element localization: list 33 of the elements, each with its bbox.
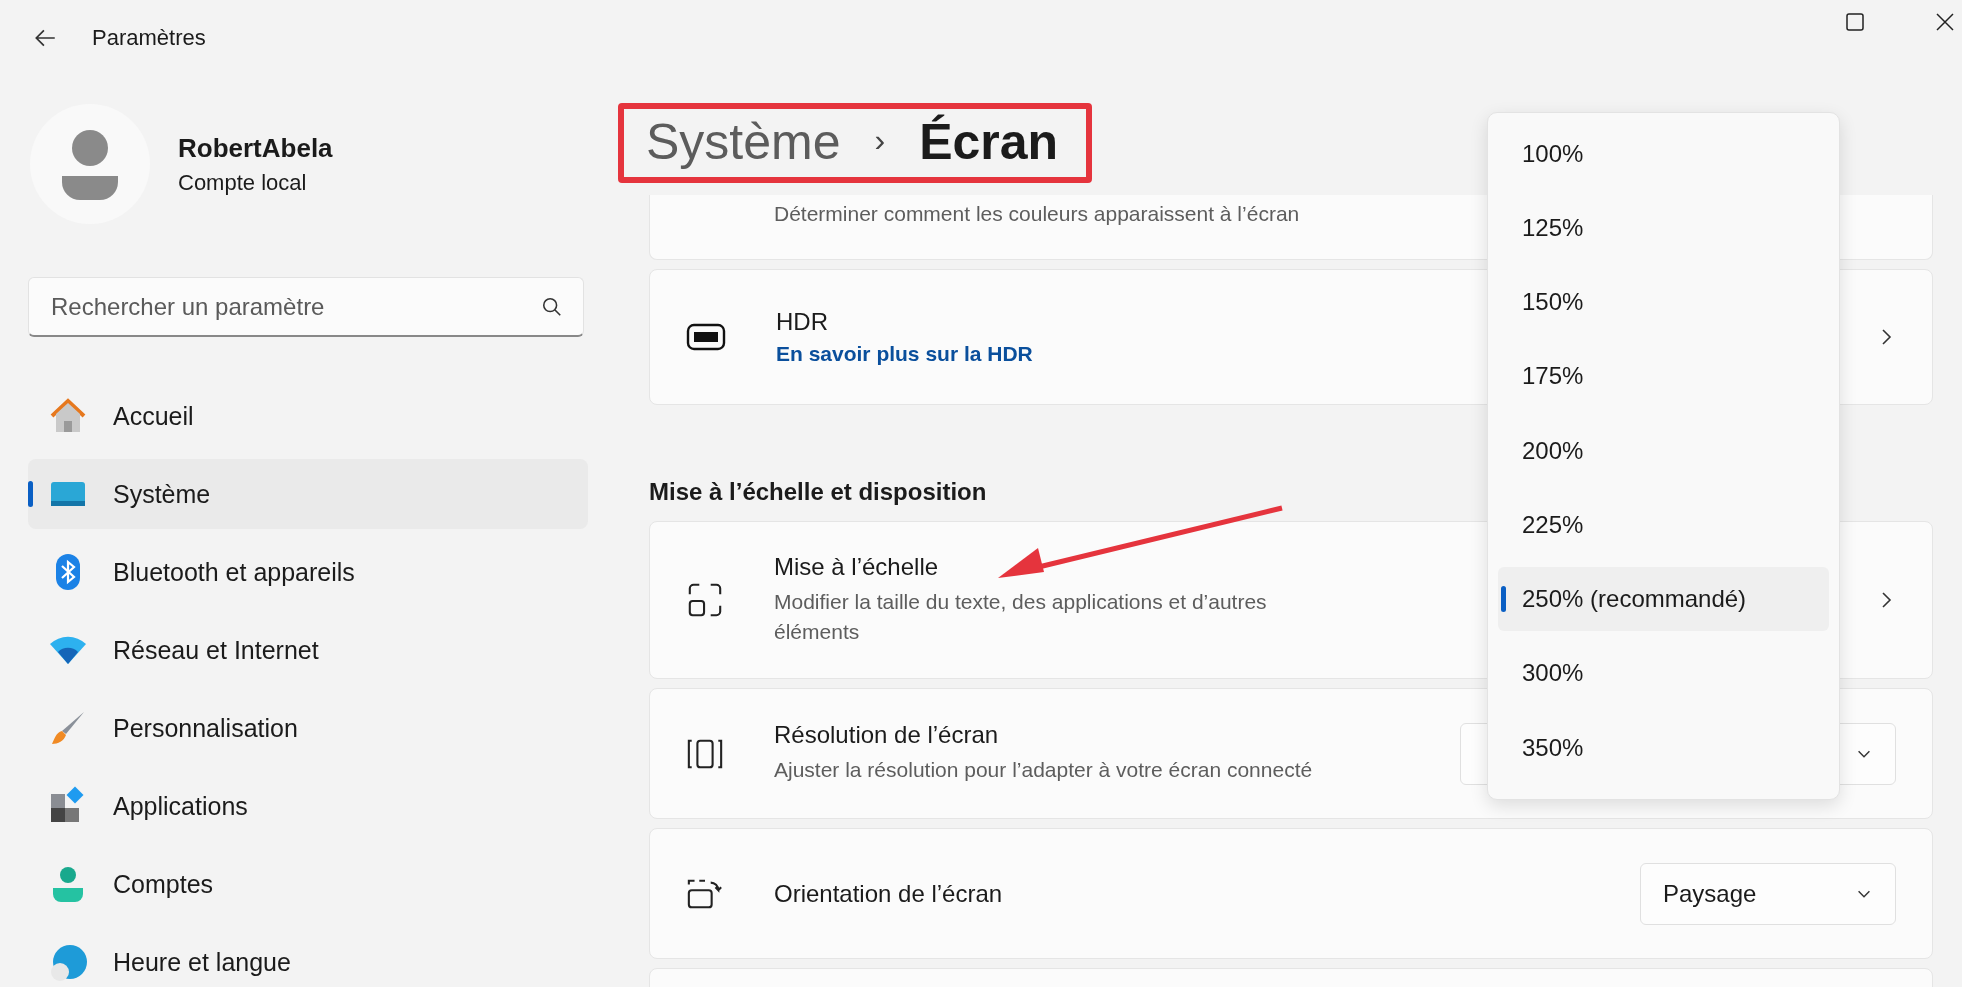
breadcrumb-separator: › (874, 122, 886, 159)
account-type: Compte local (178, 169, 308, 196)
user-name: RobertAbela (178, 132, 333, 164)
sidebar-item[interactable]: Personnalisation (28, 693, 588, 763)
menu-option[interactable]: 350% (1498, 715, 1829, 780)
menu-option[interactable]: 150% (1498, 270, 1829, 335)
setting-title: Mise à l’échelle (774, 552, 939, 581)
learn-more-link[interactable]: En savoir plus sur la HDR (776, 342, 1033, 366)
setting-description: Déterminer comment les couleurs apparaissent à l’écran (774, 201, 1300, 227)
breadcrumb-link[interactable]: Système (646, 113, 841, 171)
setting-title: HDR (776, 308, 828, 336)
sidebar-item[interactable]: Applications (28, 771, 588, 841)
menu-option[interactable]: 200% (1498, 418, 1829, 483)
sidebar-item[interactable]: Accueil (28, 381, 588, 451)
menu-option[interactable]: 125% (1498, 196, 1829, 260)
page-title: Écran (919, 113, 1059, 171)
menu-option[interactable]: 100% (1498, 122, 1829, 186)
setting-description: Modifier la taille du texte, des applications et d’autres éléments (774, 588, 1268, 645)
window-title: Paramètres (92, 25, 206, 51)
search-box[interactable]: Rechercher un paramètre (28, 277, 584, 337)
sidebar-item[interactable]: Réseau et Internet (28, 615, 588, 685)
dropdown[interactable]: Paysage (1640, 862, 1896, 925)
menu-option[interactable]: 250% (recommandé) (1498, 567, 1829, 631)
sidebar-item[interactable]: Système (28, 459, 588, 529)
setting-title: Orientation de l’écran (774, 879, 1003, 908)
settings-card[interactable]: Orientation de l’écran Paysage (649, 828, 1933, 959)
setting-title: Résolution de l’écran (774, 721, 999, 750)
section-heading: Mise à l’échelle et disposition (649, 478, 988, 506)
sidebar-item[interactable]: Heure et langue (28, 927, 588, 987)
sidebar-item[interactable]: Comptes (28, 849, 588, 919)
search-input[interactable]: Rechercher un paramètre (49, 291, 541, 322)
setting-description: Ajuster la résolution pour l’adapter à votre écran connecté (774, 757, 1313, 784)
sidebar-item[interactable]: Bluetooth et appareils (28, 537, 588, 607)
